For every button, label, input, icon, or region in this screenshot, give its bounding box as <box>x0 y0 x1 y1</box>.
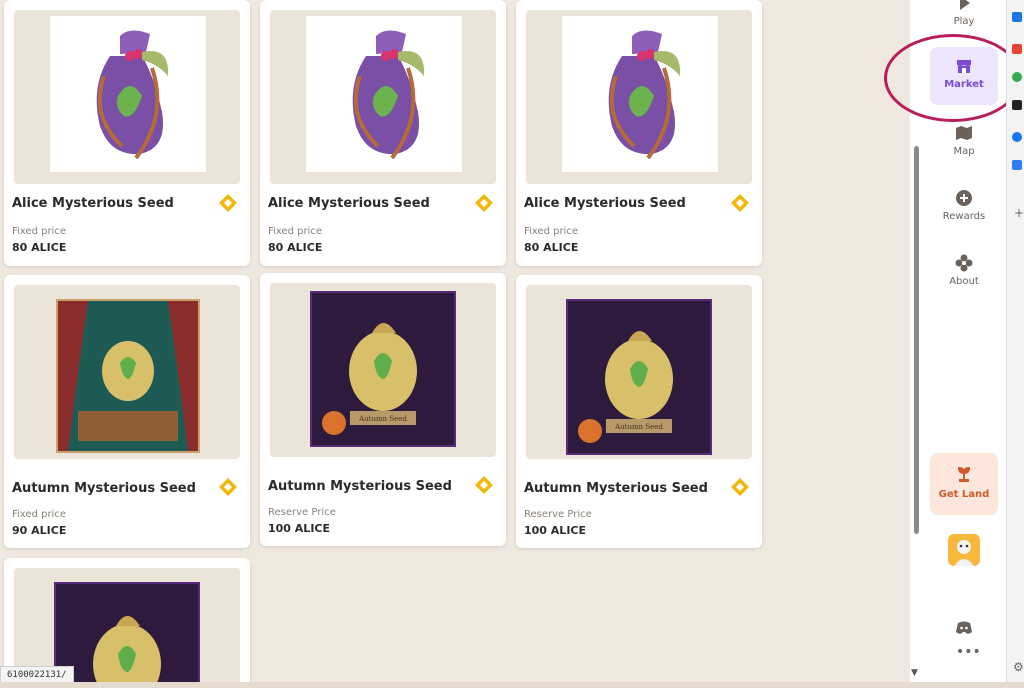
bnb-chain-icon <box>219 478 237 496</box>
nav-label: Market <box>944 79 984 90</box>
get-land-button[interactable]: Get Land <box>930 453 998 515</box>
scrollbar-thumb[interactable] <box>914 146 919 534</box>
listing-card[interactable]: Alice Mysterious Seed Fixed price 80 ALI… <box>4 0 250 266</box>
listing-card[interactable]: Autumn Seed Autumn Mysterious Seed Reser… <box>260 273 506 546</box>
price-value: 80 ALICE <box>12 241 67 254</box>
nav-label: About <box>949 276 979 287</box>
mail-shortcut-icon[interactable] <box>1012 44 1022 54</box>
store-icon <box>957 60 971 73</box>
card-thumbnail: Autumn Seed <box>526 285 752 459</box>
card-title: Autumn Mysterious Seed <box>12 481 196 496</box>
nav-label: Play <box>953 16 975 27</box>
discord-icon[interactable] <box>956 621 972 635</box>
messenger-shortcut-icon[interactable] <box>1012 160 1022 170</box>
card-title: Alice Mysterious Seed <box>268 196 430 211</box>
card-thumbnail <box>526 10 752 184</box>
nav-label: Rewards <box>942 211 986 222</box>
facebook-shortcut-icon[interactable] <box>1012 132 1022 142</box>
flower-icon <box>955 254 973 272</box>
nav-market[interactable]: Market <box>930 47 998 105</box>
autumn-seed-stage-artwork <box>56 299 200 453</box>
card-title: Autumn Mysterious Seed <box>524 481 708 496</box>
card-thumbnail <box>14 285 240 459</box>
nav-label: Map <box>953 146 975 157</box>
nav-map[interactable]: Map <box>930 124 998 164</box>
nav-about[interactable]: About <box>930 254 998 294</box>
listing-card[interactable]: Autumn Seed Autumn Mysterious Seed Reser… <box>516 275 762 548</box>
bnb-chain-icon <box>475 194 493 212</box>
autumn-seed-artwork: Autumn Seed <box>566 299 712 455</box>
autumn-seed-banner: Autumn Seed <box>358 415 407 423</box>
price-value: 80 ALICE <box>524 241 579 254</box>
card-thumbnail: Autumn Seed <box>270 283 496 457</box>
user-avatar[interactable] <box>948 534 980 566</box>
listing-grid: Alice Mysterious Seed Fixed price 80 ALI… <box>0 0 910 688</box>
bnb-chain-icon <box>219 194 237 212</box>
bnb-chain-icon <box>731 478 749 496</box>
autumn-seed-banner: Autumn Seed <box>614 423 663 431</box>
alice-seed-artwork <box>50 16 206 172</box>
play-icon <box>960 0 970 10</box>
autumn-seed-artwork: Autumn Seed <box>310 291 456 447</box>
price-value: 100 ALICE <box>524 524 586 537</box>
map-icon <box>956 126 972 140</box>
settings-shortcut-icon[interactable] <box>1012 12 1022 22</box>
price-label: Fixed price <box>12 509 66 520</box>
sprout-icon <box>957 466 971 482</box>
bnb-chain-icon <box>731 194 749 212</box>
chrome-shortcut-icon[interactable] <box>1012 72 1022 82</box>
price-label: Fixed price <box>12 226 66 237</box>
listing-card[interactable]: Alice Mysterious Seed Fixed price 80 ALI… <box>516 0 762 266</box>
nav-rewards[interactable]: Rewards <box>930 189 998 229</box>
price-label: Reserve Price <box>524 509 592 520</box>
listing-card[interactable]: Alice Mysterious Seed Fixed price 80 ALI… <box>260 0 506 266</box>
card-title: Autumn Mysterious Seed <box>268 479 452 494</box>
plus-circle-icon <box>956 190 972 206</box>
price-label: Fixed price <box>268 226 322 237</box>
autumn-seed-artwork <box>54 582 200 688</box>
more-icon[interactable]: ••• <box>956 644 981 660</box>
card-thumbnail <box>270 10 496 184</box>
nav-play[interactable]: Play <box>930 0 998 32</box>
price-value: 90 ALICE <box>12 524 67 537</box>
price-label: Reserve Price <box>268 507 336 518</box>
price-value: 80 ALICE <box>268 241 323 254</box>
listing-card[interactable]: Autumn Mysterious Seed Fixed price 90 AL… <box>4 275 250 548</box>
card-title: Alice Mysterious Seed <box>12 196 174 211</box>
get-land-label: Get Land <box>938 489 990 500</box>
alice-seed-artwork <box>306 16 462 172</box>
price-value: 100 ALICE <box>268 522 330 535</box>
card-title: Alice Mysterious Seed <box>524 196 686 211</box>
settings-gear-icon[interactable]: ⚙ <box>1013 660 1024 674</box>
bnb-chain-icon <box>475 476 493 494</box>
add-shortcut-icon[interactable]: + <box>1014 206 1024 220</box>
bottom-bar <box>0 682 1024 688</box>
price-label: Fixed price <box>524 226 578 237</box>
card-thumbnail <box>14 10 240 184</box>
scroll-down-arrow-icon[interactable]: ▼ <box>911 668 918 678</box>
amazon-shortcut-icon[interactable] <box>1012 100 1022 110</box>
alice-seed-artwork <box>562 16 718 172</box>
